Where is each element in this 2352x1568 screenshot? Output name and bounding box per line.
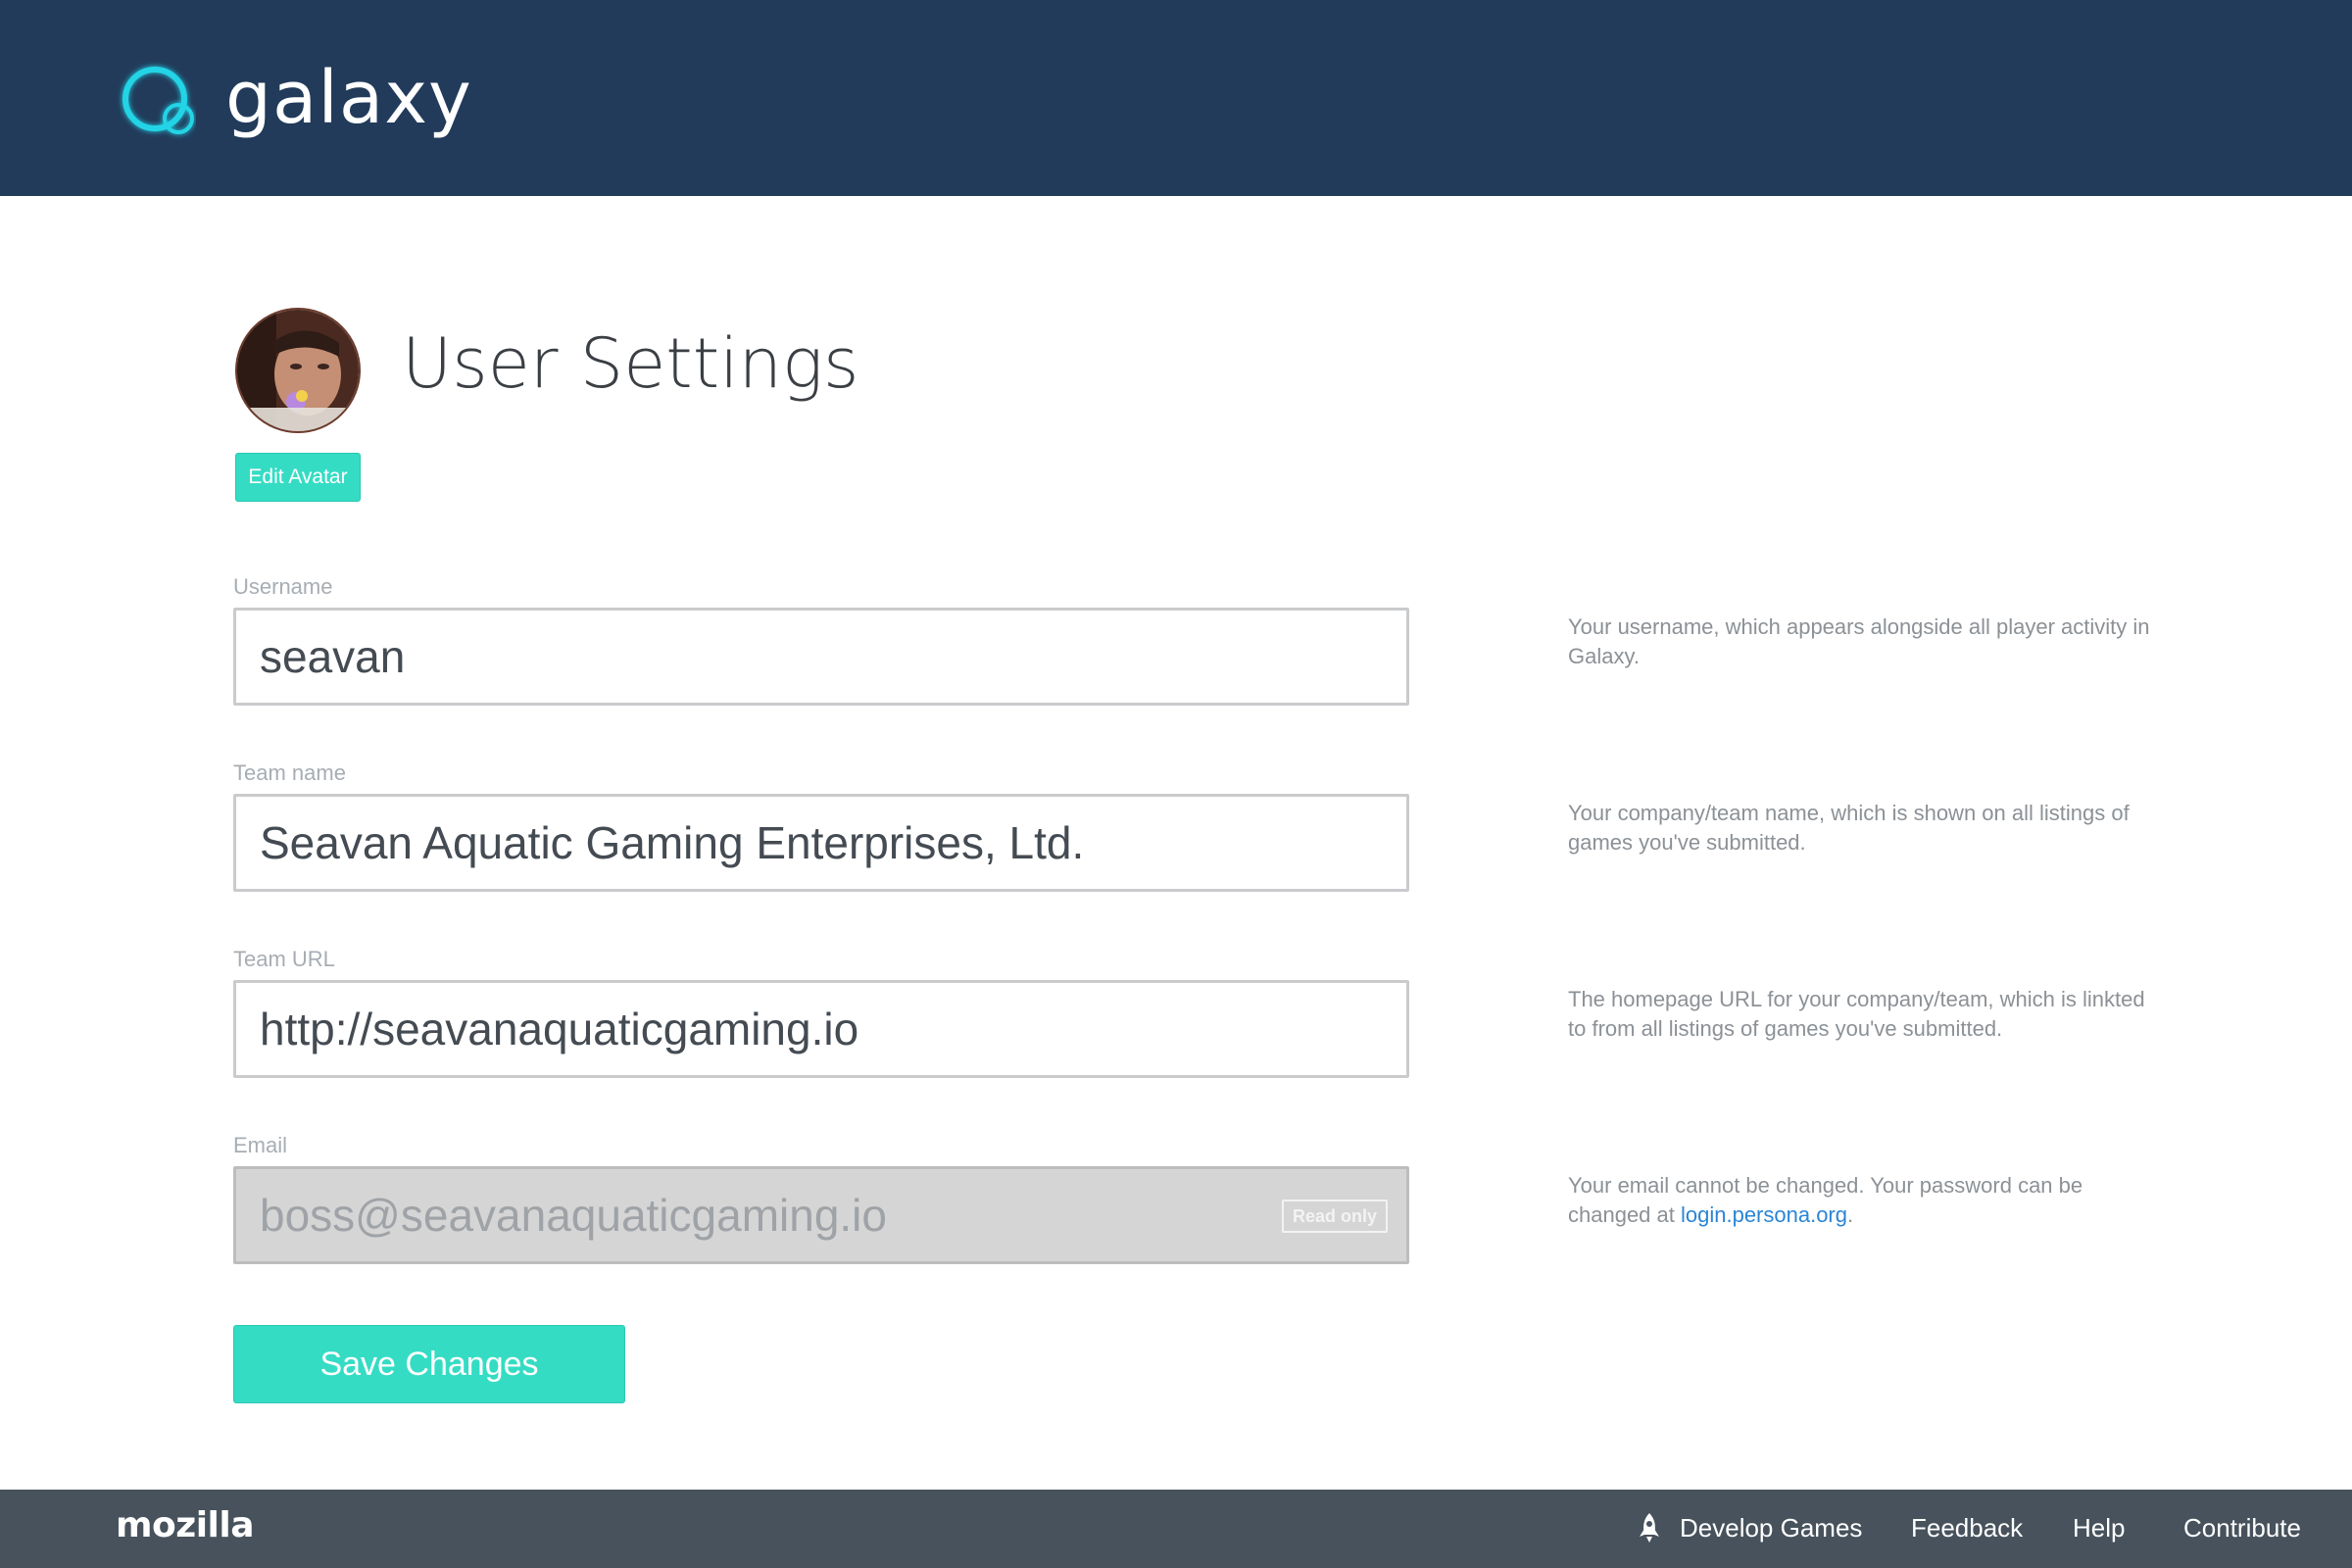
team-name-label: Team name xyxy=(233,760,346,785)
email-help: Your email cannot be changed. Your passw… xyxy=(1568,1171,2166,1230)
persona-link[interactable]: login.persona.org xyxy=(1681,1202,1847,1227)
team-url-input[interactable] xyxy=(233,980,1409,1078)
avatar-photo-icon xyxy=(237,310,359,431)
team-name-input[interactable] xyxy=(233,794,1409,892)
footer: mozilla Develop Games Feedback Help Cont… xyxy=(0,1490,2352,1568)
team-name-help: Your company/team name, which is shown o… xyxy=(1568,801,2130,855)
username-input[interactable] xyxy=(233,608,1409,706)
footer-nav: Develop Games Feedback Help Contribute xyxy=(0,1513,2352,1546)
footer-link-feedback[interactable]: Feedback xyxy=(1911,1513,2023,1544)
read-only-badge: Read only xyxy=(1282,1200,1388,1233)
footer-link-help[interactable]: Help xyxy=(2073,1513,2125,1544)
username-label: Username xyxy=(233,574,333,599)
save-changes-button[interactable]: Save Changes xyxy=(233,1325,625,1403)
edit-avatar-button[interactable]: Edit Avatar xyxy=(235,453,361,502)
galaxy-logo-icon[interactable] xyxy=(118,62,196,140)
page-title: User Settings xyxy=(402,323,859,404)
email-input[interactable] xyxy=(233,1166,1409,1264)
team-url-help: The homepage URL for your company/team, … xyxy=(1568,987,2145,1041)
footer-link-contribute[interactable]: Contribute xyxy=(2183,1513,2301,1544)
email-help-suffix: . xyxy=(1847,1202,1854,1227)
top-header: galaxy xyxy=(0,0,2352,196)
brand-name[interactable]: galaxy xyxy=(225,49,472,147)
avatar xyxy=(235,308,361,433)
team-url-label: Team URL xyxy=(233,947,335,971)
footer-link-develop-games[interactable]: Develop Games xyxy=(1680,1513,1862,1544)
username-help: Your username, which appears alongside a… xyxy=(1568,614,2150,668)
page: galaxy Edit Avatar User Settings Usernam… xyxy=(0,0,2352,1568)
email-label: Email xyxy=(233,1133,288,1157)
